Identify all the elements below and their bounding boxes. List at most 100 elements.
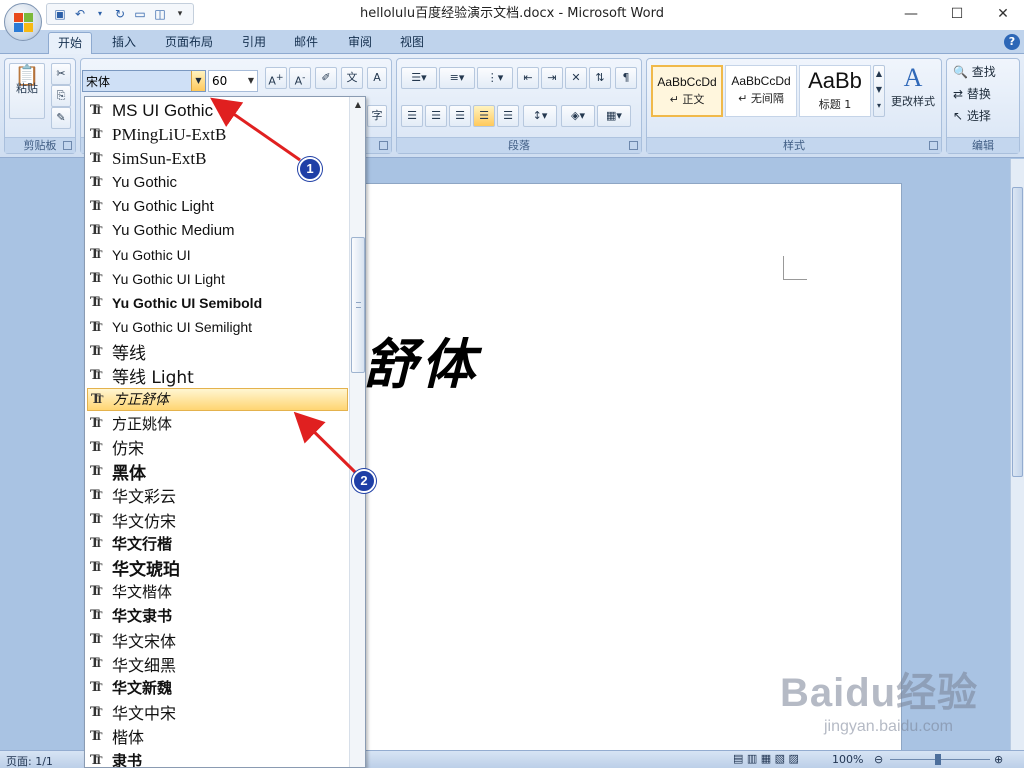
styles-launcher-icon[interactable] [929,141,938,150]
font-list-item[interactable]: T 华文琥珀 [87,556,348,579]
dropdown-icon[interactable]: ▾ [93,7,107,21]
replace-button[interactable]: ⇄ 替换 [953,85,991,102]
borders-icon[interactable]: ▦▾ [597,105,631,127]
change-styles-button[interactable]: A 更改样式 [887,63,939,133]
font-list-item[interactable]: T PMingLiU-ExtB [87,123,348,146]
font-name-combo[interactable]: ▼ [82,70,206,92]
tab-insert[interactable]: 插入 [102,32,146,54]
font-list-item[interactable]: T Yu Gothic Medium [87,219,348,242]
font-list-scroll-thumb[interactable] [351,237,365,373]
undo-icon[interactable]: ↶ [73,7,87,21]
clear-format-icon[interactable]: ✐ [315,67,337,89]
styles-scroll-icon[interactable]: ▲ ▼ ▾ [873,65,885,117]
style-no-spacing[interactable]: AaBbCcDd ↵ 无间隔 [725,65,797,117]
font-list-item[interactable]: T 华文细黑 [87,652,348,675]
shrink-font-icon[interactable]: A- [289,67,311,89]
format-painter-icon[interactable]: ✎ [51,107,71,129]
line-spacing-icon[interactable]: ↕▾ [523,105,557,127]
zoom-slider-thumb[interactable] [935,754,941,765]
font-list-item[interactable]: T Yu Gothic UI Light [87,267,348,290]
save-icon[interactable]: ▣ [53,7,67,21]
font-list-item[interactable]: T 等线 Light [87,364,348,387]
align-left-icon[interactable]: ☰ [401,105,423,127]
sort-icon[interactable]: ⇅ [589,67,611,89]
close-button[interactable]: ✕ [980,0,1024,28]
show-marks-icon[interactable]: ¶ [615,67,637,89]
tab-home[interactable]: 开始 [48,32,92,54]
font-list-item[interactable]: T 华文彩云 [87,484,348,507]
font-list-item[interactable]: T 隶书 [87,749,348,767]
tab-mailings[interactable]: 邮件 [284,32,328,54]
decrease-indent-icon[interactable]: ⇤ [517,67,539,89]
style-normal[interactable]: AaBbCcDd ↵ 正文 [651,65,723,117]
font-list-item[interactable]: T 华文仿宋 [87,508,348,531]
font-list-item[interactable]: T 等线 [87,340,348,363]
increase-indent-icon[interactable]: ⇥ [541,67,563,89]
style-heading-1[interactable]: AaBb 标题 1 [799,65,871,117]
font-list-item[interactable]: T 华文中宋 [87,701,348,724]
paste-button[interactable]: 📋 粘贴 [9,63,45,119]
tab-page-layout[interactable]: 页面布局 [158,32,220,54]
font-size-combo[interactable]: ▼ [208,70,258,92]
view-buttons[interactable]: ▤ ▥ ▦ ▧ ▨ [733,752,799,765]
help-icon[interactable]: ? [1004,34,1020,50]
font-list-item[interactable]: T 华文新魏 [87,676,348,699]
font-list-item[interactable]: T Yu Gothic UI Semilight [87,316,348,339]
font-list-item[interactable]: T 华文宋体 [87,628,348,651]
paragraph-launcher-icon[interactable] [629,141,638,150]
align-right-icon[interactable]: ☰ [449,105,471,127]
font-name-dropdown-icon[interactable]: ▼ [191,71,205,91]
char-border-icon[interactable]: A [367,67,387,89]
font-list-scrollbar[interactable]: ▲ [349,97,365,767]
font-list-item[interactable]: T Yu Gothic UI Semibold [87,291,348,314]
scroll-up-icon[interactable]: ▲ [350,97,365,113]
phonetic-guide-icon[interactable]: 文 [341,67,363,89]
font-list-item[interactable]: T 黑体 [87,460,348,483]
shading-icon[interactable]: ◈▾ [561,105,595,127]
zoom-level[interactable]: 100% [832,753,863,766]
clipboard-launcher-icon[interactable] [63,141,72,150]
tab-view[interactable]: 视图 [390,32,434,54]
font-size-input[interactable] [209,71,245,91]
minimize-button[interactable]: — [888,0,934,28]
font-list-item[interactable]: T 方正舒体 [87,387,348,411]
tab-review[interactable]: 审阅 [338,32,382,54]
vertical-scroll-thumb[interactable] [1012,187,1023,477]
office-button[interactable] [4,3,42,41]
zoom-out-icon[interactable]: ⊖ [874,753,883,766]
tab-references[interactable]: 引用 [232,32,276,54]
font-list-item[interactable]: T 华文行楷 [87,532,348,555]
document-text[interactable]: 舒体 [363,320,479,399]
enclose-char-icon[interactable]: 字 [367,105,387,127]
font-size-dropdown-icon[interactable]: ▼ [245,71,257,91]
new-icon[interactable]: ▭ [133,7,147,21]
distributed-icon[interactable]: ☰ [497,105,519,127]
zoom-in-icon[interactable]: ⊕ [994,753,1003,766]
font-dropdown-list[interactable]: TMS UI GothicTPMingLiU-ExtBTSimSun-ExtBT… [84,96,366,768]
find-button[interactable]: 🔍 查找 [953,63,996,80]
customize-icon[interactable]: ▾ [173,7,187,21]
font-name-input[interactable] [83,71,191,91]
font-list-item[interactable]: T MS UI Gothic [87,99,348,122]
numbering-icon[interactable]: ≡▾ [439,67,475,89]
copy-icon[interactable]: ⎘ [51,85,71,107]
font-list-item[interactable]: T Yu Gothic UI [87,243,348,266]
open-icon[interactable]: ◫ [153,7,167,21]
font-launcher-icon[interactable] [379,141,388,150]
select-button[interactable]: ↖ 选择 [953,107,991,124]
vertical-scrollbar[interactable] [1010,159,1024,750]
maximize-button[interactable]: ☐ [934,0,980,28]
grow-font-icon[interactable]: A+ [265,67,287,89]
font-list-item[interactable]: T 方正姚体 [87,412,348,435]
font-list-item[interactable]: T 仿宋 [87,436,348,459]
bullets-icon[interactable]: ☰▾ [401,67,437,89]
multilevel-list-icon[interactable]: ⋮▾ [477,67,513,89]
font-list-item[interactable]: T 华文楷体 [87,580,348,603]
cut-icon[interactable]: ✂ [51,63,71,85]
font-list-item[interactable]: T 楷体 [87,725,348,748]
font-list-item[interactable]: T 华文隶书 [87,604,348,627]
page-indicator[interactable]: 页面: 1/1 [6,753,53,768]
align-center-icon[interactable]: ☰ [425,105,447,127]
justify-icon[interactable]: ☰ [473,105,495,127]
font-list-item[interactable]: T Yu Gothic Light [87,195,348,218]
